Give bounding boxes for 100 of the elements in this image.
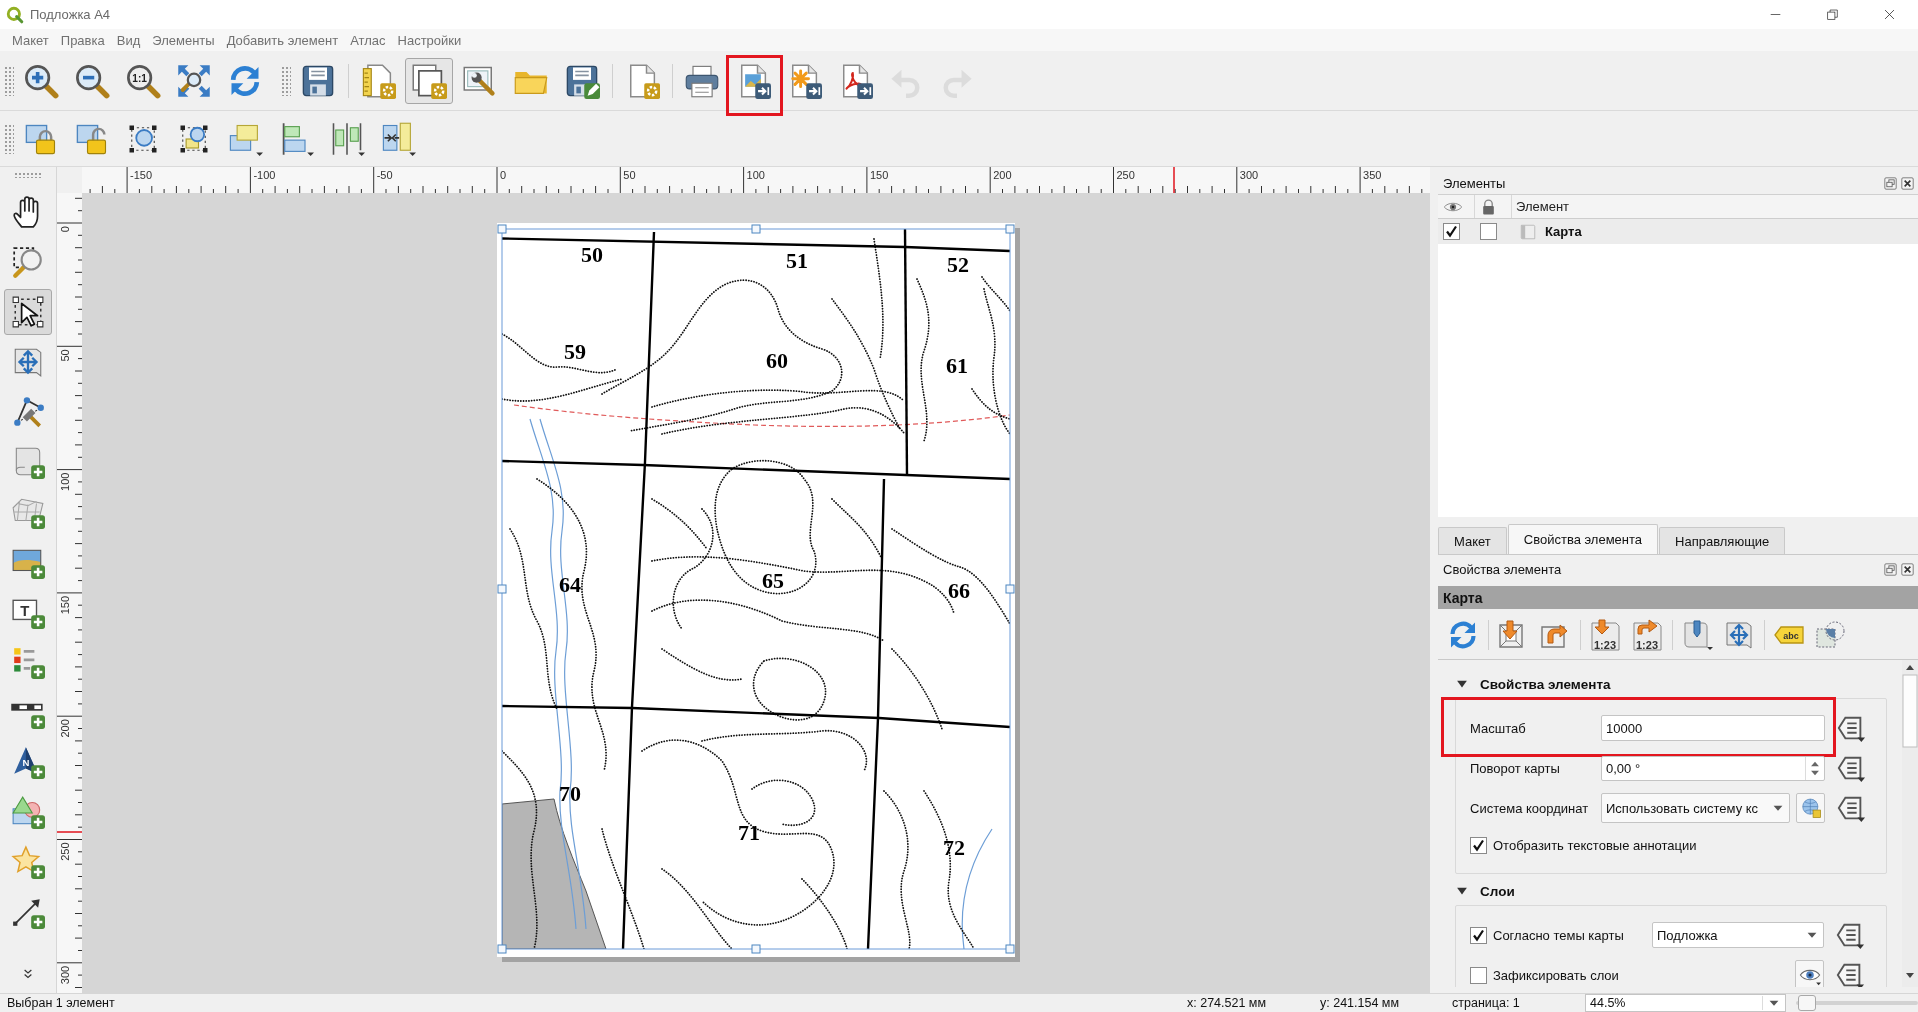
down-triangle-icon[interactable] (1456, 885, 1468, 897)
down-triangle-icon[interactable] (1456, 678, 1468, 690)
section-title: Слои (1480, 883, 1515, 899)
pages-gear-icon (411, 62, 447, 99)
menu-item[interactable]: Атлас (344, 32, 392, 48)
checkbox[interactable] (1470, 926, 1487, 944)
toolbar-button[interactable]: 1:1 (119, 57, 167, 104)
zoom-dropdown[interactable]: 44.5% (1585, 994, 1786, 1012)
tool-button[interactable]: N (4, 739, 52, 785)
field-label: Масштаб (1470, 720, 1527, 736)
add-shape-icon (11, 795, 45, 829)
ruler-label: 250 (59, 842, 71, 861)
lock-icon (1480, 196, 1497, 217)
globe-icon (1799, 797, 1822, 819)
map[interactable]: 50 51 52 59 60 61 64 65 66 70 71 72 (502, 229, 1010, 949)
list-row[interactable]: Карта (1438, 219, 1918, 244)
add-star-icon (11, 845, 45, 879)
menu-item[interactable]: Правка (54, 32, 111, 48)
restore-icon[interactable] (1827, 9, 1838, 20)
close-icon[interactable] (1884, 9, 1895, 20)
spin-box[interactable]: 0,00 ° (1601, 755, 1825, 781)
block-label: 60 (766, 347, 788, 373)
block-label: 70 (559, 780, 581, 806)
checkbox[interactable] (1443, 223, 1460, 240)
ruler-label: -100 (253, 169, 276, 181)
close-icon[interactable] (1901, 176, 1914, 190)
ruler-label: 200 (59, 719, 71, 738)
block-label: 59 (564, 338, 586, 364)
ruler-label: 300 (1239, 169, 1259, 181)
menu-item[interactable]: Настройки (391, 32, 468, 48)
checkbox-label: Зафиксировать слои (1493, 967, 1619, 983)
menu-item[interactable]: Вид (110, 32, 147, 48)
checkbox-label: Согласно темы карты (1493, 927, 1624, 943)
checkbox[interactable] (1480, 223, 1497, 240)
tab[interactable]: Свойства элемента (1507, 524, 1659, 554)
dropdown[interactable]: Использовать систему кс (1601, 793, 1790, 823)
app-logo-icon (6, 5, 24, 24)
page-indicator: страница: 1 (1452, 996, 1521, 1010)
add-legend-icon (11, 645, 45, 679)
zoom-full-icon (176, 62, 212, 99)
zoom-in-icon (23, 62, 59, 99)
checkbox-label: Отобразить текстовые аннотации (1493, 837, 1697, 853)
zoom-icon (11, 245, 45, 279)
ruler-label: 300 (59, 965, 71, 985)
text-field[interactable]: 10000 (1601, 715, 1825, 741)
cursor-y: y: 241.154 мм (1320, 996, 1401, 1010)
tool-button[interactable]: T (4, 589, 52, 635)
block-label: 52 (947, 251, 969, 277)
ruler-label: 200 (993, 169, 1012, 181)
checkbox[interactable] (1470, 966, 1487, 984)
tab[interactable]: Направляющие (1659, 527, 1786, 554)
map-item-icon (1519, 222, 1537, 241)
block-label: 71 (738, 819, 760, 845)
ruler-label: 0 (59, 226, 71, 233)
dashed-shapes-icon (1815, 618, 1847, 651)
block-label: 50 (581, 241, 603, 267)
ruler-label: -150 (130, 169, 153, 181)
resize-icon (380, 120, 416, 157)
field-label: Система координат (1470, 800, 1590, 816)
toolbar-button[interactable] (405, 57, 453, 104)
bookmark-icon (1681, 618, 1713, 651)
close-icon[interactable] (1901, 562, 1914, 576)
cursor-x: x: 274.521 мм (1187, 996, 1268, 1010)
window-title: Подложка A4 (30, 7, 111, 22)
panel-title: Свойства элемента (1442, 561, 1562, 577)
section-title: Свойства элемента (1480, 676, 1611, 692)
ruler-label: 350 (1363, 169, 1382, 181)
ruler-label: 250 (1116, 169, 1135, 181)
edit-nodes-icon (11, 395, 45, 429)
dropdown[interactable]: Подложка (1652, 922, 1824, 948)
ruler-label: 150 (59, 595, 71, 615)
ruler-label: 50 (623, 169, 636, 181)
tab[interactable]: Макет (1438, 527, 1507, 554)
layer-style-button[interactable] (1795, 960, 1824, 987)
item-header: Карта (1438, 586, 1918, 609)
page-ruler-gear-icon (360, 62, 396, 99)
menu-item[interactable]: Макет (6, 32, 55, 48)
ruler-label: 50 (59, 349, 71, 362)
menu-item[interactable]: Элементы (146, 32, 221, 48)
status-message: Выбран 1 элемент (6, 996, 116, 1010)
menu-item[interactable]: Добавить элемент (220, 32, 345, 48)
ruler-label: 150 (869, 169, 889, 181)
float-icon[interactable] (1884, 176, 1897, 190)
zoom-out-icon (74, 62, 110, 99)
checkbox[interactable] (1470, 836, 1487, 854)
toolbar-grip[interactable] (14, 172, 42, 178)
block-label: 72 (943, 834, 965, 860)
panel-title: Элементы (1442, 175, 1506, 191)
ruler-label: 100 (746, 169, 765, 181)
float-icon[interactable] (1884, 562, 1897, 576)
block-label: 65 (762, 567, 784, 593)
slider-handle[interactable] (1798, 995, 1817, 1011)
block-label: 66 (948, 577, 970, 603)
tool-button[interactable] (4, 289, 52, 335)
item-name: Карта (1545, 224, 1582, 239)
ruler-label: 100 (59, 472, 71, 491)
field-label: Поворот карты (1470, 760, 1561, 776)
block-label: 64 (559, 571, 581, 597)
crs-button[interactable] (1796, 793, 1825, 823)
column-header[interactable]: Элемент (1512, 195, 1918, 218)
